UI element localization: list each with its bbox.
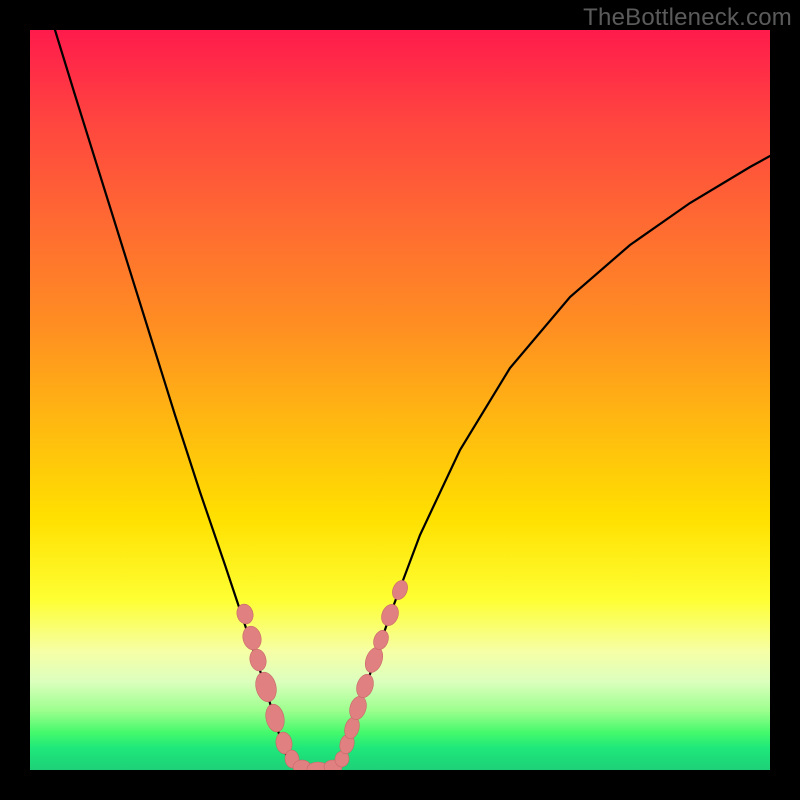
data-marker xyxy=(240,624,263,652)
data-marker xyxy=(354,672,377,700)
watermark-text: TheBottleneck.com xyxy=(583,4,792,32)
outer-frame: TheBottleneck.com xyxy=(0,0,800,800)
data-marker xyxy=(390,578,411,602)
data-marker xyxy=(253,670,280,704)
data-marker xyxy=(362,645,386,675)
plot-area xyxy=(30,30,770,770)
data-marker xyxy=(378,602,401,628)
marker-cluster xyxy=(235,578,411,770)
data-marker xyxy=(263,702,286,733)
v-curve xyxy=(55,30,770,770)
data-marker xyxy=(347,694,369,722)
data-marker xyxy=(248,647,269,672)
curve-svg xyxy=(30,30,770,770)
